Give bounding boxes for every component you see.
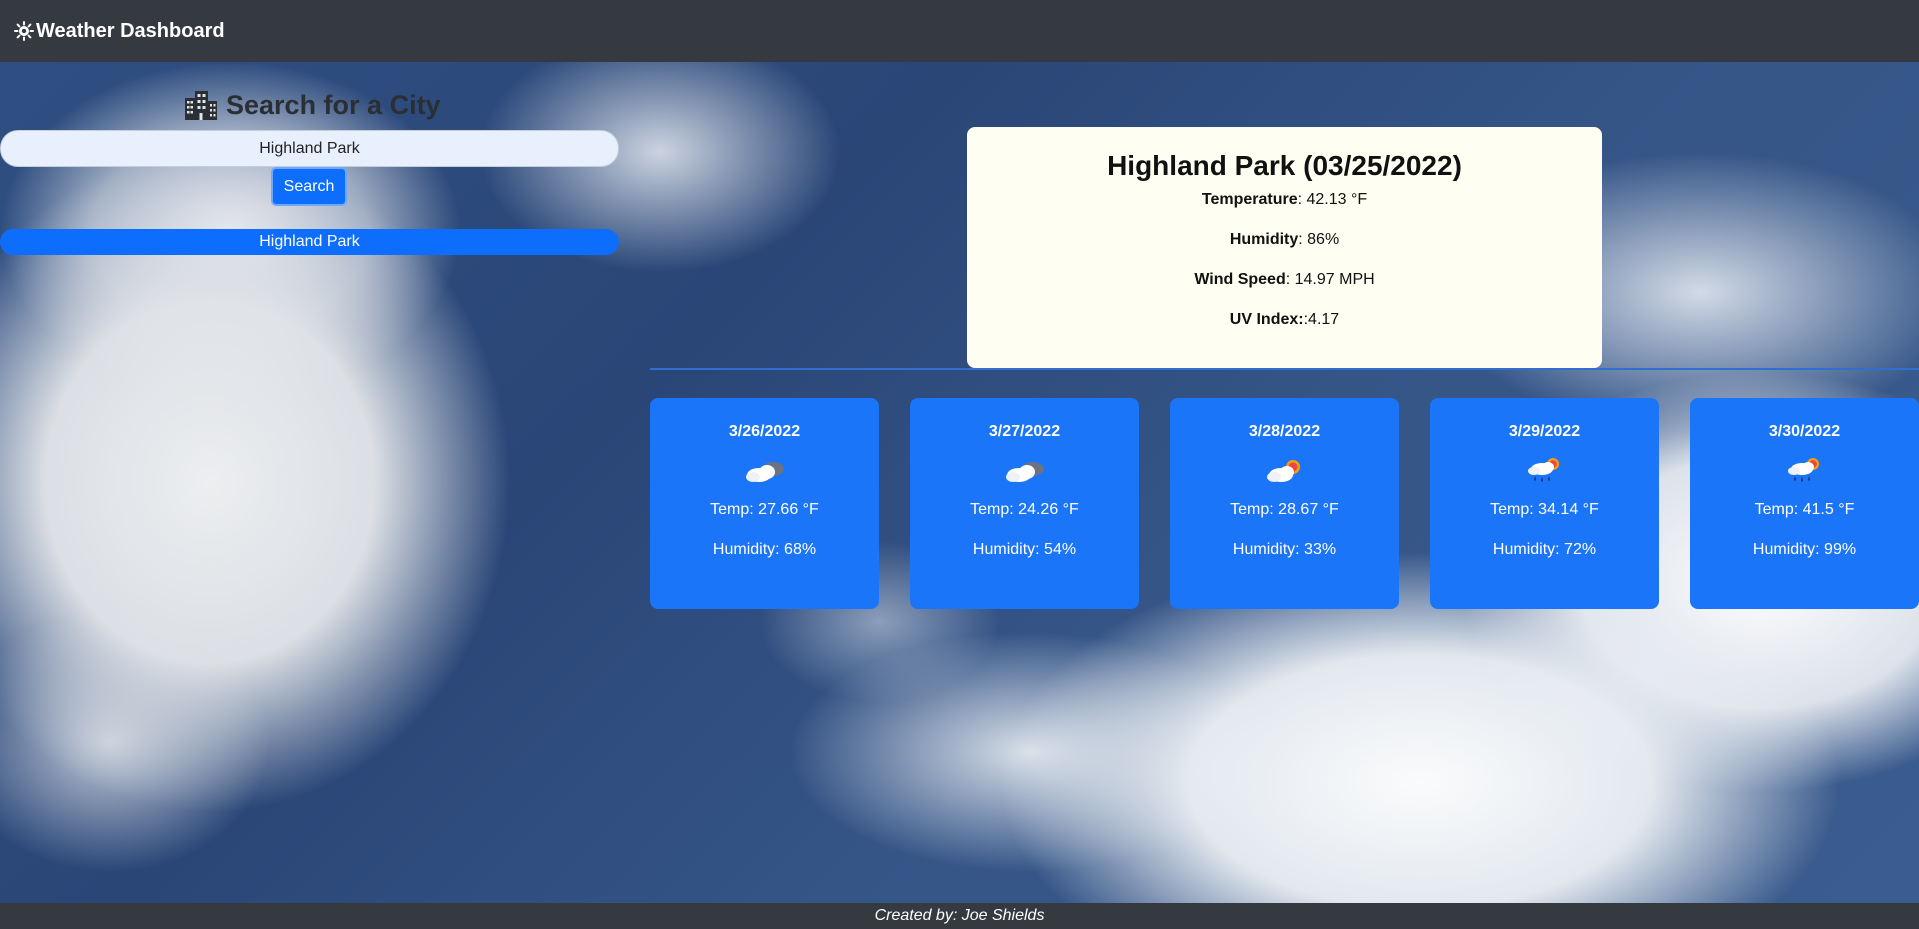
brand-title: Weather Dashboard [36,19,225,42]
section-divider [650,368,1919,370]
forecast-date: 3/30/2022 [1768,423,1841,440]
forecast-humidity: Humidity: 99% [1752,541,1857,558]
history-item-highland-park[interactable]: Highland Park [0,229,619,255]
forecast-date: 3/27/2022 [988,423,1061,440]
current-uv-index: UV Index::4.17 [967,310,1602,330]
partly-cloudy-icon [1263,454,1307,486]
forecast-card-1: 3/26/2022 Temp: 27.66 °F Humidity: 68% [650,398,879,609]
forecast-card-2: 3/27/2022 Temp: 24.26 °F Humidity: 54% [910,398,1139,609]
forecast-humidity: Humidity: 68% [712,541,817,558]
cloudy-night-icon [743,454,787,486]
forecast-temp: Temp: 24.26 °F [970,501,1079,518]
search-button[interactable]: Search [271,167,347,206]
city-search-input[interactable] [0,130,619,167]
forecast-date: 3/28/2022 [1248,423,1321,440]
forecast-date: 3/26/2022 [728,423,801,440]
forecast-temp: Temp: 28.67 °F [1230,501,1339,518]
wind-speed-label: Wind Speed [1194,271,1286,288]
forecast-temp: Temp: 27.66 °F [710,501,819,518]
forecast-temp: Temp: 41.5 °F [1754,501,1855,518]
rain-sun-icon [1523,454,1567,486]
sun-icon [14,21,34,41]
forecast-humidity: Humidity: 72% [1492,541,1597,558]
uv-index-value: :4.17 [1303,311,1340,328]
forecast-humidity: Humidity: 54% [972,541,1077,558]
footer: Created by: Joe Shields [0,903,1919,929]
temperature-label: Temperature [1201,191,1298,208]
current-weather-card: Highland Park (03/25/2022) Temperature: … [967,127,1602,368]
wind-speed-value: : 14.97 MPH [1285,271,1375,288]
rain-sun-icon [1783,454,1827,486]
footer-credit: Created by: Joe Shields [874,907,1045,924]
brand-link[interactable]: Weather Dashboard [14,20,225,43]
navbar: Weather Dashboard [0,0,1919,62]
current-temperature: Temperature: 42.13 °F [967,190,1602,210]
temperature-value: : 42.13 °F [1297,191,1368,208]
current-city-title: Highland Park (03/25/2022) [1107,150,1462,181]
forecast-temp: Temp: 34.14 °F [1490,501,1599,518]
humidity-label: Humidity [1229,231,1299,248]
search-heading-text: Search for a City [226,89,441,120]
humidity-value: : 86% [1298,231,1340,248]
current-humidity: Humidity: 86% [967,230,1602,250]
forecast-card-4: 3/29/2022 Temp: 34.14 °F Humidity: 72% [1430,398,1659,609]
current-wind-speed: Wind Speed: 14.97 MPH [967,270,1602,290]
search-heading: Search for a City [184,88,441,122]
forecast-date: 3/29/2022 [1508,423,1581,440]
forecast-humidity: Humidity: 33% [1232,541,1337,558]
uv-index-label: UV Index: [1229,311,1304,328]
city-icon [185,91,217,120]
cloudy-night-icon [1003,454,1047,486]
forecast-card-3: 3/28/2022 Temp: 28.67 °F Humidity: 33% [1170,398,1399,609]
forecast-card-5: 3/30/2022 Temp: 41.5 °F Humidity: 99% [1690,398,1919,609]
